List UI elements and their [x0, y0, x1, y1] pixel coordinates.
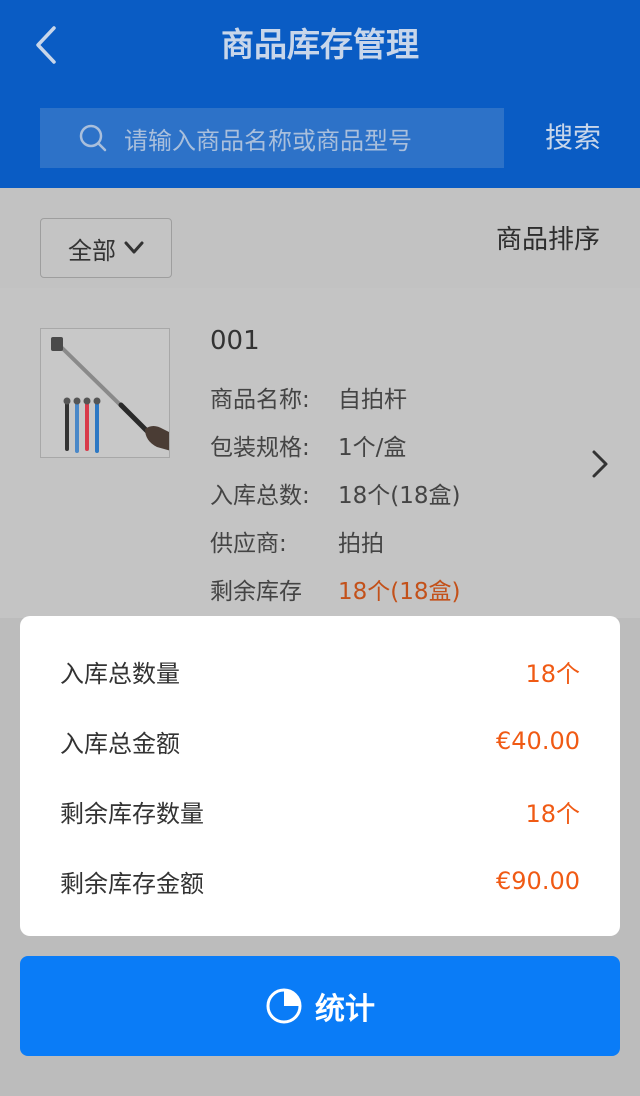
info-value: 1个/盒 [338, 435, 407, 461]
info-label: 剩余库存 [210, 579, 302, 605]
info-row-package: 包装规格: 1个/盒 [210, 428, 406, 462]
info-label: 包装规格: [210, 435, 310, 461]
info-label: 入库总数: [210, 483, 310, 509]
filter-bar: 全部 商品排序 [0, 188, 640, 288]
info-label: 供应商: [210, 531, 287, 557]
page-title: 商品库存管理 [221, 25, 419, 64]
pie-chart-icon [266, 988, 302, 1024]
stat-value: €90.00 [496, 867, 580, 895]
sort-button[interactable]: 商品排序 [496, 218, 600, 262]
info-value: 18个(18盒) [338, 579, 461, 605]
search-button[interactable]: 搜索 [528, 108, 618, 168]
info-row-name: 商品名称: 自拍杆 [210, 380, 407, 414]
stat-label: 剩余库存数量 [60, 799, 204, 828]
category-selected-value: 全部 [68, 236, 116, 265]
header-bar: 商品库存管理 请输入商品名称或商品型号 搜索 [0, 0, 640, 188]
search-input[interactable]: 请输入商品名称或商品型号 [40, 108, 504, 168]
stat-row: 入库总金额 €40.00 [60, 706, 580, 776]
stat-value: 18个 [525, 659, 580, 688]
statistics-button[interactable]: 统计 [20, 956, 620, 1056]
category-dropdown[interactable]: 全部 [40, 218, 172, 278]
product-card[interactable]: 001 商品名称: 自拍杆 包装规格: 1个/盒 入库总数: 18个(18盒) … [0, 288, 640, 618]
statistics-button-label: 统计 [315, 992, 375, 1027]
chevron-right-icon[interactable] [588, 448, 612, 480]
stat-label: 入库总金额 [60, 729, 180, 758]
info-row-remaining: 剩余库存 18个(18盒) [210, 572, 460, 606]
stat-row: 入库总数量 18个 [60, 636, 580, 706]
info-label: 商品名称: [210, 387, 310, 413]
stat-label: 剩余库存金额 [60, 869, 204, 898]
product-thumbnail [40, 328, 170, 458]
info-value: 拍拍 [338, 531, 384, 557]
chevron-down-icon [124, 241, 144, 254]
search-icon [78, 123, 108, 153]
product-code: 001 [210, 326, 260, 356]
stat-row: 剩余库存数量 18个 [60, 776, 580, 846]
stat-label: 入库总数量 [60, 659, 180, 688]
stat-value: 18个 [525, 799, 580, 828]
stat-value: €40.00 [496, 727, 580, 755]
info-value: 自拍杆 [338, 387, 407, 413]
info-row-supplier: 供应商: 拍拍 [210, 524, 384, 558]
stats-panel: 入库总数量 18个 入库总金额 €40.00 剩余库存数量 18个 剩余库存金额… [20, 616, 620, 936]
info-value: 18个(18盒) [338, 483, 461, 509]
stat-row: 剩余库存金额 €90.00 [60, 846, 580, 916]
info-row-stock-in: 入库总数: 18个(18盒) [210, 476, 460, 510]
search-placeholder: 请输入商品名称或商品型号 [124, 126, 412, 155]
